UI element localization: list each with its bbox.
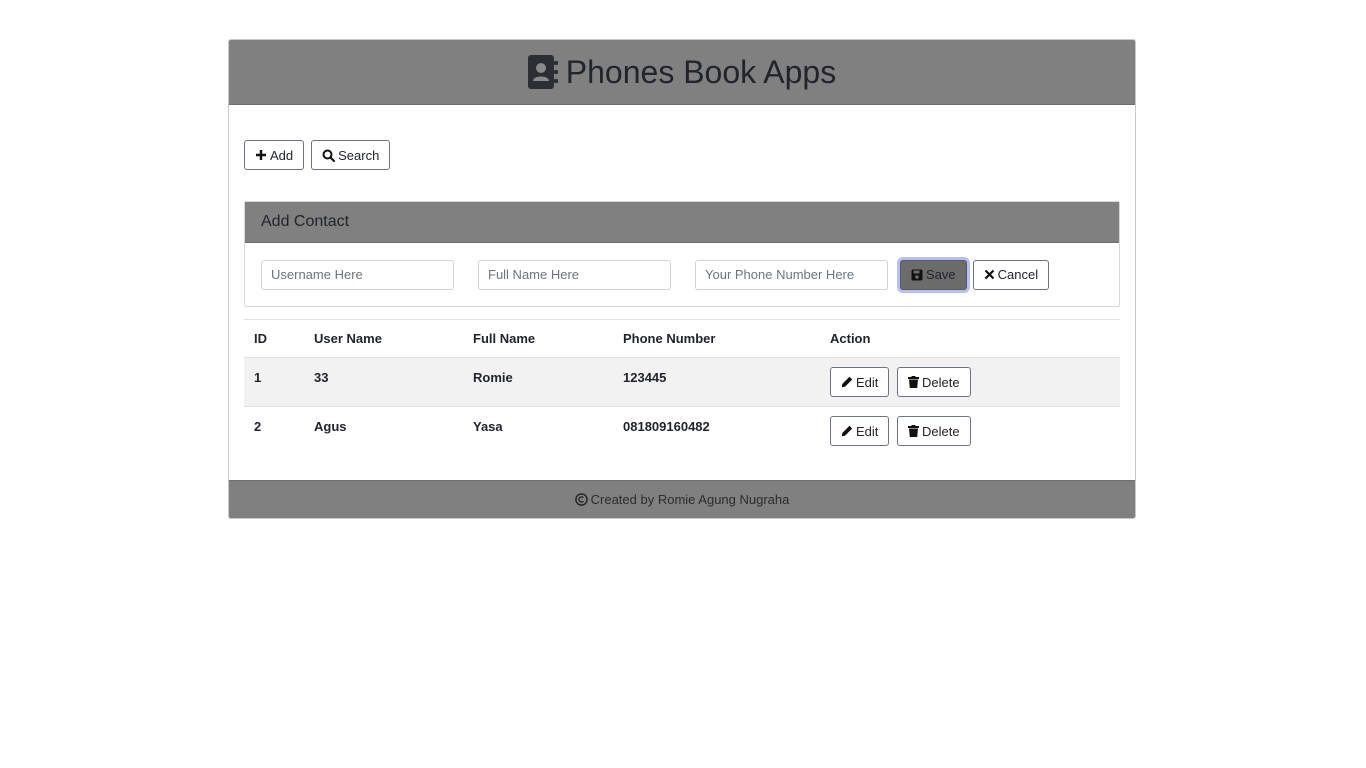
cell-actions: Edit Delete	[820, 407, 1120, 456]
add-contact-title: Add Contact	[245, 202, 1119, 243]
address-book-icon	[527, 55, 558, 89]
edit-button-label: Edit	[856, 374, 879, 390]
trash-icon	[908, 376, 920, 388]
footer-text: Created by Romie Agung Nugraha	[590, 492, 790, 507]
delete-button-label: Delete	[922, 374, 960, 390]
search-button[interactable]: Search	[311, 140, 391, 170]
cell-fullname: Romie	[473, 370, 513, 385]
fullname-input[interactable]	[478, 259, 671, 290]
cell-phone: 081809160482	[623, 419, 710, 434]
cell-fullname: Yasa	[473, 419, 503, 434]
delete-button-label: Delete	[922, 423, 960, 439]
add-contact-panel: Add Contact Save Cancel	[244, 201, 1120, 307]
app-title-text: Phones Book Apps	[565, 53, 837, 90]
cancel-button-label: Cancel	[997, 267, 1039, 282]
cell-actions: Edit Delete	[820, 358, 1120, 407]
save-button-label: Save	[926, 267, 956, 282]
add-button[interactable]: Add	[244, 140, 305, 170]
edit-button[interactable]: Edit	[830, 367, 890, 397]
delete-button[interactable]: Delete	[897, 367, 971, 397]
edit-button[interactable]: Edit	[830, 416, 890, 446]
add-contact-form: Save Cancel	[245, 243, 1119, 306]
cell-id: 1	[254, 370, 262, 385]
plus-icon	[256, 150, 266, 160]
save-button[interactable]: Save	[900, 259, 967, 290]
cancel-button[interactable]: Cancel	[972, 259, 1050, 290]
search-icon	[322, 149, 336, 162]
pencil-icon	[841, 425, 853, 437]
app-header: Phones Book Apps	[229, 40, 1135, 105]
column-header-id: ID	[244, 319, 304, 358]
close-icon	[984, 269, 994, 280]
edit-button-label: Edit	[856, 423, 879, 439]
pencil-icon	[841, 376, 853, 388]
floppy-disk-icon	[911, 269, 923, 280]
cell-username: Agus	[314, 419, 347, 434]
toolbar: Add Search	[244, 140, 1120, 170]
delete-button[interactable]: Delete	[897, 416, 971, 446]
add-button-label: Add	[270, 147, 294, 163]
phone-input[interactable]	[695, 259, 888, 290]
table-row: 1 33 Romie 123445 Edit Delete	[244, 357, 1120, 407]
app-footer: Created by Romie Agung Nugraha	[229, 480, 1135, 518]
contacts-table: ID User Name Full Name Phone Number Acti…	[244, 319, 1120, 456]
username-input[interactable]	[261, 259, 454, 290]
main-content: Add Search Add Contact Username Here Ful…	[229, 105, 1135, 484]
table-header-row: ID User Name Full Name Phone Number Acti…	[244, 319, 1120, 358]
cell-username: 33	[314, 370, 329, 385]
copyright-icon	[574, 493, 588, 506]
column-header-username: User Name	[304, 319, 463, 358]
cell-id: 2	[254, 419, 262, 434]
trash-icon	[908, 425, 920, 437]
column-header-phone: Phone Number	[613, 319, 820, 358]
cell-phone: 123445	[623, 370, 667, 385]
page-title: Phones Book Apps	[527, 53, 837, 91]
table-row: 2 Agus Yasa 081809160482 Edit Delete	[244, 407, 1120, 456]
column-header-action: Action	[820, 319, 1120, 358]
column-header-fullname: Full Name	[463, 319, 613, 358]
app-card: Phones Book Apps Add Search Add Contact	[228, 39, 1136, 519]
search-button-label: Search	[338, 147, 380, 163]
